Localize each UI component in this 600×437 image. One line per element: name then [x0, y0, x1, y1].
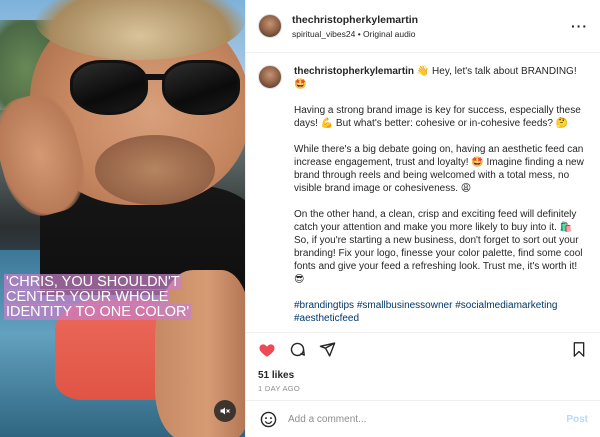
reel-video[interactable]: 'CHRIS, YOU SHOULDN'T CENTER YOUR WHOLE …	[0, 0, 245, 437]
post-header: thechristopherkylemartin spiritual_vibes…	[246, 0, 600, 53]
post-time: 1 DAY AGO	[258, 384, 301, 393]
caption-paragraph-3: On the other hand, a clean, crisp and ex…	[294, 209, 583, 285]
audio-line: spiritual_vibes24 • Original audio	[292, 29, 568, 39]
action-bar	[246, 332, 600, 366]
mute-button[interactable]	[214, 400, 236, 422]
audio-separator: •	[355, 28, 364, 39]
emoji-button[interactable]	[258, 409, 278, 429]
paper-plane-icon	[319, 342, 335, 357]
muted-speaker-icon	[220, 407, 230, 415]
post-modal: 'CHRIS, YOU SHOULDN'T CENTER YOUR WHOLE …	[0, 0, 600, 437]
comment-input[interactable]	[288, 413, 567, 425]
audio-label[interactable]: Original audio	[363, 29, 415, 39]
share-button[interactable]	[316, 339, 338, 361]
caption-paragraph-1: Having a strong brand image is key for s…	[294, 105, 581, 129]
video-beard	[95, 135, 215, 205]
video-text-overlay: 'CHRIS, YOU SHOULDN'T CENTER YOUR WHOLE …	[4, 274, 234, 320]
caption-area: thechristopherkylemartin 👋 Hey, let's ta…	[246, 53, 600, 332]
bookmark-icon	[573, 342, 585, 357]
comment-bubble-icon	[290, 342, 305, 357]
smiley-icon	[260, 411, 276, 427]
more-dots-icon: ···	[571, 18, 588, 34]
save-button[interactable]	[568, 339, 590, 361]
caption-hashtags[interactable]: #brandingtips #smallbusinessowner #socia…	[294, 299, 588, 325]
avatar[interactable]	[258, 14, 282, 38]
video-sunglasses	[70, 60, 245, 120]
more-options-button[interactable]: ···	[568, 18, 588, 34]
caption-text: thechristopherkylemartin 👋 Hey, let's ta…	[294, 65, 588, 332]
comment-button[interactable]	[286, 339, 308, 361]
post-comment-button[interactable]: Post	[566, 414, 588, 425]
caption-username[interactable]: thechristopherkylemartin	[294, 66, 414, 77]
add-comment-bar: Post	[246, 400, 600, 437]
likes-count[interactable]: 51 likes	[246, 366, 600, 384]
heart-filled-icon	[259, 343, 275, 357]
like-button[interactable]	[256, 339, 278, 361]
header-username[interactable]: thechristopherkylemartin	[292, 14, 568, 26]
caption-avatar[interactable]	[258, 65, 282, 89]
caption-paragraph-2: While there's a big debate going on, hav…	[294, 144, 584, 194]
post-details-panel: thechristopherkylemartin spiritual_vibes…	[245, 0, 600, 437]
audio-source-link[interactable]: spiritual_vibes24	[292, 29, 355, 39]
video-overlay-text: 'CHRIS, YOU SHOULDN'T CENTER YOUR WHOLE …	[4, 274, 192, 320]
